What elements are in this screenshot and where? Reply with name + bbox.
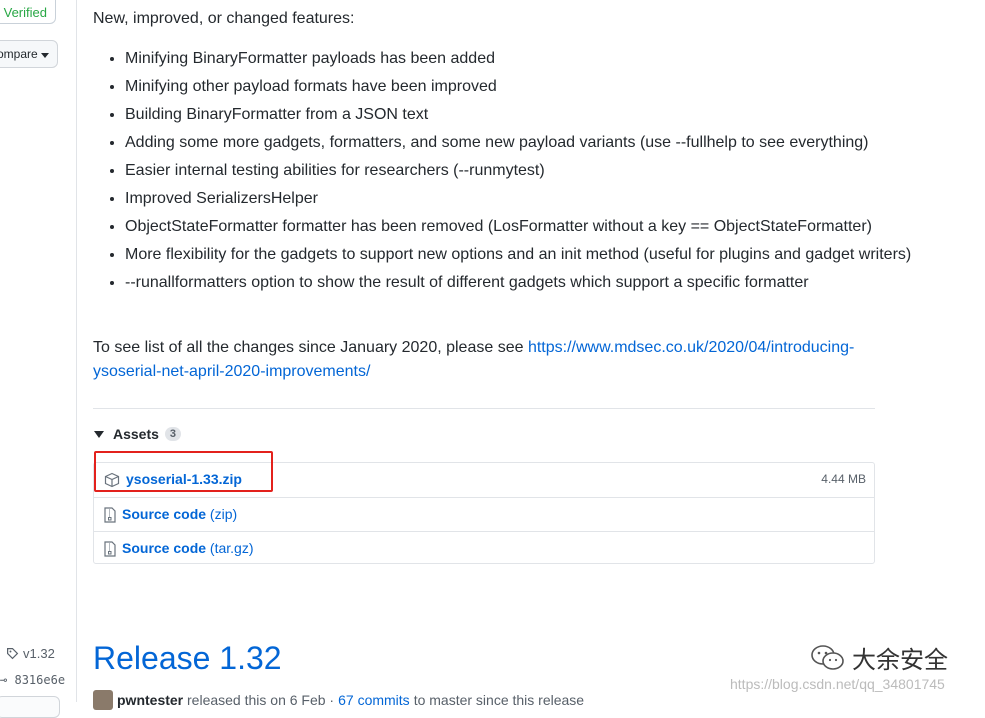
author-link[interactable]: pwntester bbox=[117, 692, 183, 708]
source-zip-link[interactable]: Source code (zip) bbox=[122, 506, 237, 522]
asset-row-source-targz[interactable]: Source code (tar.gz) bbox=[94, 531, 874, 566]
list-item: ObjectStateFormatter formatter has been … bbox=[125, 215, 915, 239]
tag-label: v1.32 bbox=[23, 646, 55, 661]
source-targz-name: Source code bbox=[122, 540, 207, 556]
list-item: --runallformatters option to show the re… bbox=[125, 271, 915, 295]
compare-button[interactable]: ompare bbox=[0, 40, 58, 68]
file-zip-icon bbox=[104, 507, 116, 523]
wechat-icon bbox=[811, 644, 844, 670]
list-item: Improved SerializersHelper bbox=[125, 187, 915, 211]
commits-link[interactable]: 67 commits bbox=[338, 692, 410, 708]
commit-icon: ⊸ bbox=[0, 673, 8, 687]
changes-paragraph: To see list of all the changes since Jan… bbox=[93, 336, 875, 384]
source-targz-link[interactable]: Source code (tar.gz) bbox=[122, 540, 254, 556]
commits-tail: to master since this release bbox=[413, 692, 585, 708]
highlight-box bbox=[94, 451, 273, 492]
changes-text: To see list of all the changes since Jan… bbox=[93, 339, 528, 356]
verified-label: Verified bbox=[3, 5, 47, 20]
list-item: Easier internal testing abilities for re… bbox=[125, 159, 915, 183]
source-targz-kind: (tar.gz) bbox=[209, 540, 254, 556]
list-item: Minifying other payload formats have bee… bbox=[125, 75, 915, 99]
release-meta: pwntester released this on 6 Feb · 67 com… bbox=[93, 690, 584, 710]
tag-icon bbox=[7, 648, 19, 660]
compare-label: ompare bbox=[0, 47, 38, 61]
verified-badge[interactable]: Verified bbox=[0, 0, 56, 24]
list-item: Minifying BinaryFormatter payloads has b… bbox=[125, 47, 915, 71]
watermark-name: 大余安全 bbox=[852, 646, 948, 674]
source-zip-kind: (zip) bbox=[209, 506, 238, 522]
features-list: Minifying BinaryFormatter payloads has b… bbox=[93, 47, 915, 299]
avatar[interactable] bbox=[93, 690, 113, 710]
released-text: released this on 6 Feb bbox=[187, 692, 326, 708]
list-item: More flexibility for the gadgets to supp… bbox=[125, 243, 915, 267]
assets-count: 3 bbox=[164, 427, 182, 441]
left-sidebar: Verified ompare v1.32 ⊸ 8316e6e bbox=[0, 0, 77, 718]
asset-size: 4.44 MB bbox=[821, 472, 866, 486]
list-item: Adding some more gadgets, formatters, an… bbox=[125, 131, 915, 155]
features-intro: New, improved, or changed features: bbox=[93, 10, 355, 27]
side-button[interactable] bbox=[0, 696, 60, 718]
watermark: 大余安全 bbox=[810, 640, 948, 675]
file-zip-icon bbox=[104, 541, 116, 557]
list-item: Building BinaryFormatter from a JSON tex… bbox=[125, 103, 915, 127]
release-tag[interactable]: v1.32 bbox=[6, 646, 55, 661]
commit-link[interactable]: ⊸ 8316e6e bbox=[0, 673, 65, 687]
release-title[interactable]: Release 1.32 bbox=[93, 640, 282, 677]
triangle-down-icon bbox=[94, 430, 104, 438]
assets-toggle[interactable]: Assets 3 bbox=[93, 426, 182, 442]
chevron-down-icon bbox=[41, 53, 49, 58]
commit-sha: 8316e6e bbox=[14, 673, 66, 687]
assets-label: Assets bbox=[113, 426, 159, 442]
asset-row-source-zip[interactable]: Source code (zip) bbox=[94, 497, 874, 532]
watermark-url: https://blog.csdn.net/qq_34801745 bbox=[730, 676, 945, 692]
source-zip-name: Source code bbox=[122, 506, 207, 522]
divider bbox=[93, 408, 875, 409]
